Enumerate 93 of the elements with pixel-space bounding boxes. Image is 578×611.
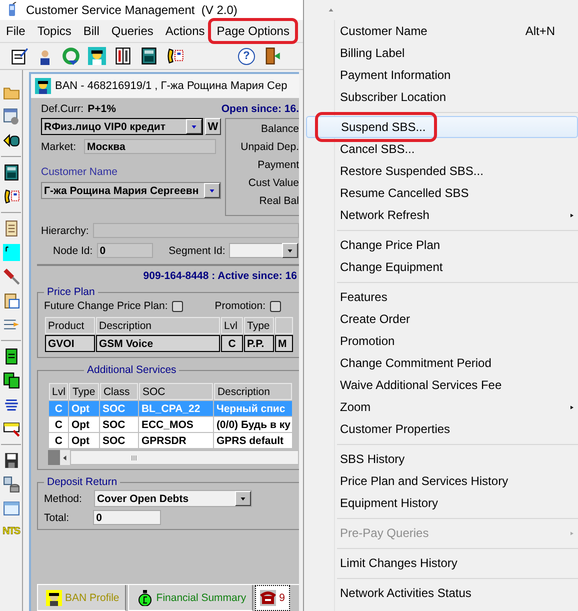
table-cell: GVOI: [45, 335, 95, 352]
table-cell: (0/0) Будь в ку: [214, 417, 292, 432]
menu[interactable]: Bill: [77, 22, 106, 40]
field-label: Real Bal: [259, 194, 299, 209]
menu-item[interactable]: Network Refresh: [306, 204, 578, 226]
menu-item[interactable]: Customer Name Alt+N: [306, 20, 578, 42]
column-header: Type: [244, 317, 274, 334]
column-header: Lvl: [49, 383, 68, 400]
w-button[interactable]: W: [205, 118, 221, 135]
field-label: Method:: [44, 492, 82, 504]
menu-item[interactable]: Limit Changes History: [306, 552, 578, 574]
table-cell: C: [49, 417, 68, 432]
group-title: Additional Services: [86, 364, 178, 376]
menu-item[interactable]: Create Order: [306, 308, 578, 330]
field-label: Payment: [258, 158, 299, 173]
field-label: Def.Curr:: [41, 103, 84, 115]
menu-item[interactable]: Change Equipment: [306, 256, 578, 278]
menu[interactable]: Page Options: [210, 22, 296, 40]
menu-item[interactable]: Network Activities Status: [306, 582, 578, 604]
menu-item[interactable]: Promotion: [306, 330, 578, 352]
menu-item[interactable]: Cancel SBS...: [306, 138, 578, 160]
table-cell: ECC_MOS: [139, 417, 214, 432]
table-cell: Opt: [69, 433, 100, 448]
menu-item[interactable]: Waive Additional Services Fee: [306, 374, 578, 396]
menu[interactable]: Queries: [105, 22, 160, 40]
menu-item[interactable]: Resume Cancelled SBS: [306, 182, 578, 204]
column-header: Description: [214, 383, 292, 400]
shortcut-label: Alt+N: [525, 24, 556, 38]
menu-item[interactable]: Suspend SBS...: [306, 116, 578, 138]
field-label: Market:: [41, 140, 76, 152]
menu-item[interactable]: Zoom: [306, 396, 578, 418]
field-label: Future Change Price Plan:: [44, 300, 168, 312]
menu[interactable]: Actions: [159, 22, 211, 40]
table-cell: Opt: [69, 417, 100, 432]
input-field[interactable]: Москва: [84, 139, 216, 154]
table-cell: SOC: [100, 433, 138, 448]
window-title: Customer Service Management (V 2.0): [26, 3, 238, 17]
table-cell: Opt: [69, 401, 100, 416]
window-title: BAN - 468216919/1 , Г-жа Рощина Мария Сер: [55, 80, 288, 92]
menu-item[interactable]: SBS History: [306, 448, 578, 470]
menu-item[interactable]: Payment Information: [306, 64, 578, 86]
menu-item[interactable]: Change Commitment Period: [306, 352, 578, 374]
table-cell: C: [49, 401, 68, 416]
table-cell: C: [221, 335, 243, 352]
column-header: Description: [96, 317, 220, 334]
field-label: Customer Name: [41, 166, 118, 178]
table-cell: BL_CPA_22: [139, 401, 214, 416]
field-value: P+1%: [88, 103, 116, 115]
menu-item[interactable]: Subscriber Location: [306, 86, 578, 108]
dropdown[interactable]: RФиз.лицо VIP0 кредит: [41, 118, 203, 135]
menu[interactable]: Topics: [31, 22, 78, 40]
dropdown[interactable]: Г-жа Рощина Мария Сергеевн: [41, 182, 221, 199]
dropdown[interactable]: Cover Open Debts: [94, 490, 252, 507]
field-label: Cust Value: [248, 176, 299, 191]
menu-item[interactable]: Features: [306, 286, 578, 308]
menu-item[interactable]: Price Plan and Services History: [306, 470, 578, 492]
table-cell: SOC: [100, 401, 138, 416]
table-cell: GPRS default: [214, 433, 292, 448]
menu-item[interactable]: Customer Properties: [306, 418, 578, 440]
column-header: Lvl: [221, 317, 243, 334]
table-cell: P.P.: [244, 335, 274, 352]
status-text: Open since: 16.: [221, 103, 299, 115]
help-icon[interactable]: ?: [238, 48, 255, 64]
group-title: Price Plan: [46, 286, 96, 298]
menu[interactable]: File: [0, 22, 32, 40]
table-cell: Черный спис: [214, 401, 292, 416]
field-label: Balance: [261, 122, 299, 137]
column-header: SOC: [139, 383, 214, 400]
field-label: Unpaid Dep.: [240, 140, 299, 155]
field-label: Total:: [44, 512, 70, 524]
table-cell: M: [275, 335, 293, 352]
menu-item[interactable]: Billing Label: [306, 42, 578, 64]
table-cell: GSM Voice: [96, 335, 220, 352]
menu-item[interactable]: Change Price Plan: [306, 234, 578, 256]
menu-item[interactable]: Restore Suspended SBS...: [306, 160, 578, 182]
field-label: Hierarchy:: [41, 224, 89, 236]
column-header: Class: [100, 383, 138, 400]
field-label: Segment Id:: [168, 244, 226, 256]
group-title: Deposit Return: [46, 476, 118, 488]
field-label: Node Id:: [53, 244, 93, 256]
table-cell: GPRSDR: [139, 433, 214, 448]
menu-item[interactable]: Equipment History: [306, 492, 578, 514]
input-field[interactable]: 0: [96, 243, 153, 258]
column-header: Type: [69, 383, 100, 400]
field-label: Promotion:: [214, 300, 266, 312]
table-cell: SOC: [100, 417, 138, 432]
table-row[interactable]: C Opt SOC ECC_MOS (0/0) Будь в ку: [49, 417, 292, 432]
column-header: Product: [45, 317, 95, 334]
subscriber-heading: 909-164-8448 : Active since: 16: [143, 270, 297, 282]
tab[interactable]: 9: [255, 585, 290, 611]
table-row[interactable]: C Opt SOC GPRSDR GPRS default: [49, 433, 292, 448]
input-field[interactable]: 0: [93, 510, 162, 525]
table-cell: C: [49, 433, 68, 448]
